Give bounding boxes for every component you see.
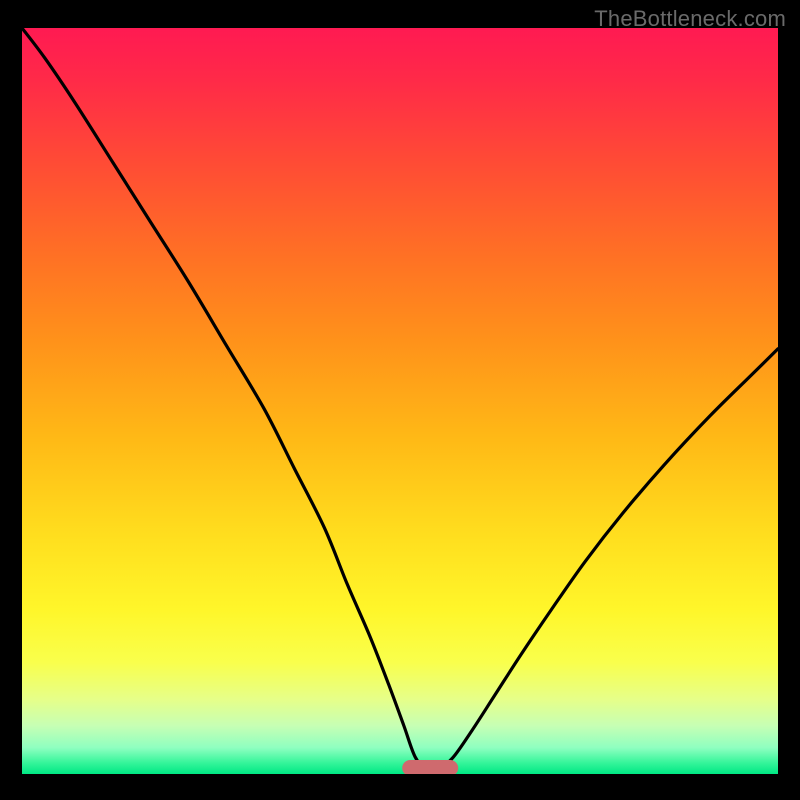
chart-frame: TheBottleneck.com: [0, 0, 800, 800]
watermark-text: TheBottleneck.com: [594, 6, 786, 32]
plot-area: [22, 28, 778, 774]
bottleneck-curve: [22, 28, 778, 774]
